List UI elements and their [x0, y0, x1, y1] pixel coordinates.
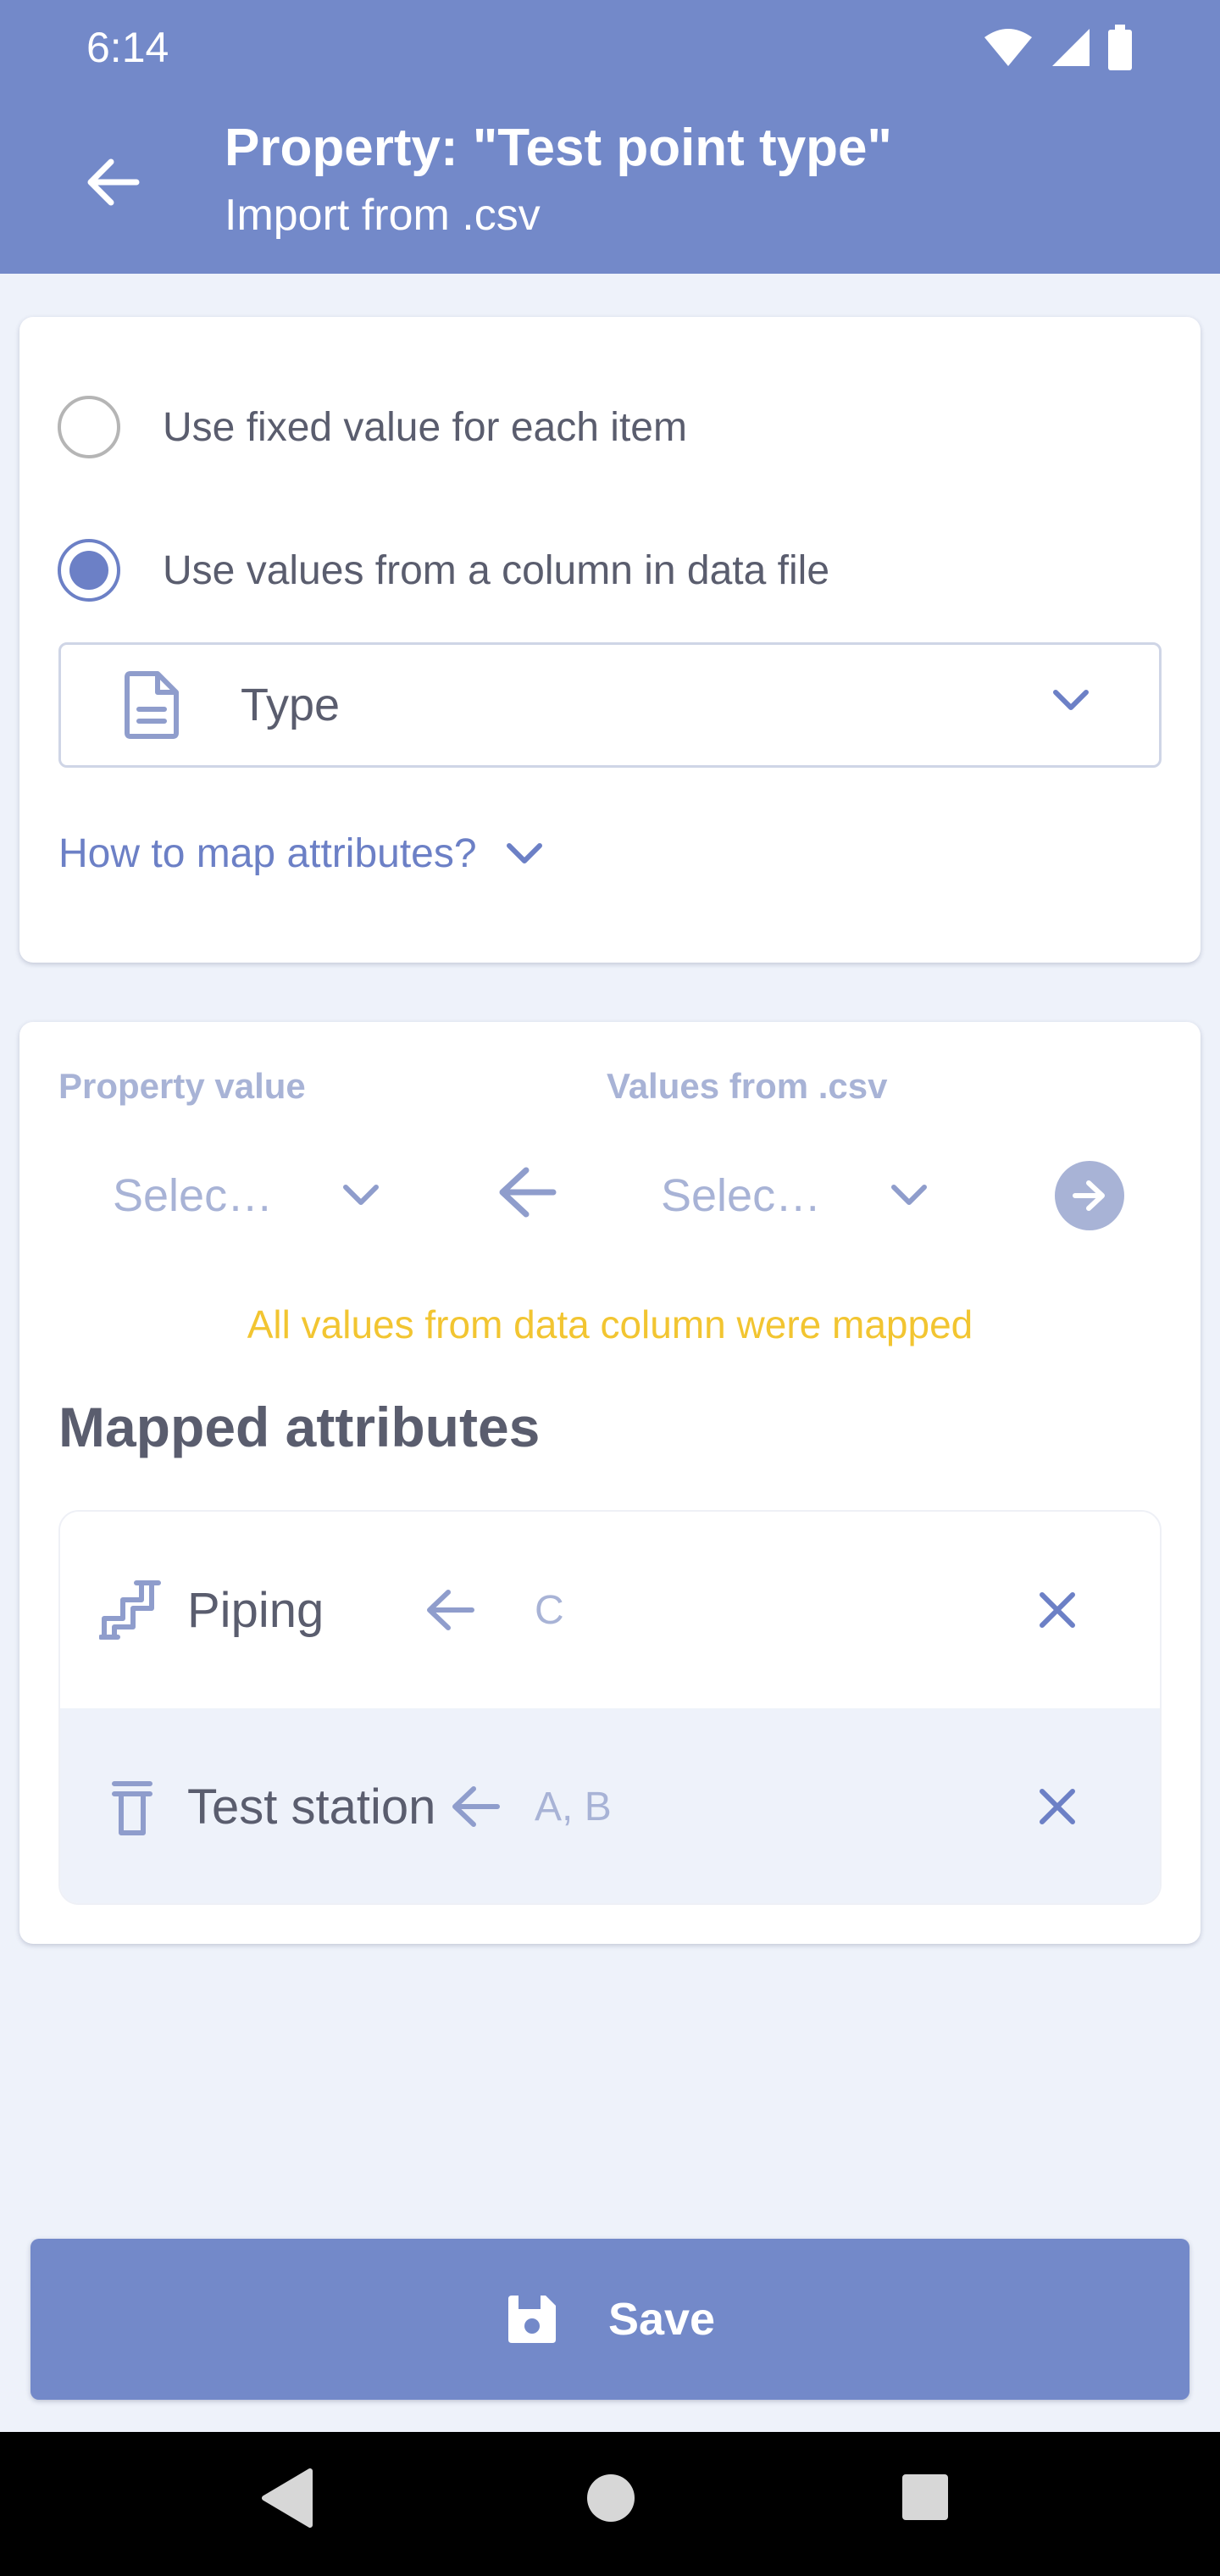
radio-selected-dot — [69, 551, 108, 590]
arrow-left-icon — [87, 158, 140, 206]
save-button[interactable]: Save — [30, 2239, 1190, 2400]
close-icon — [1040, 1789, 1075, 1824]
remove-mapping-button[interactable] — [1028, 1580, 1087, 1640]
mapping-notice: All values from data column were mapped — [247, 1302, 973, 1346]
save-icon — [507, 2296, 556, 2343]
arrow-left-icon — [499, 1167, 557, 1218]
mapped-attributes-list: Piping C Test station A, B — [58, 1510, 1162, 1905]
page-title: Property: "Test point type" — [225, 119, 892, 177]
add-mapping-button[interactable] — [1055, 1161, 1124, 1230]
mapped-row-value: C — [535, 1587, 564, 1633]
csv-value-select[interactable]: Selec… — [661, 1149, 928, 1242]
csv-value-placeholder: Selec… — [661, 1170, 822, 1221]
column-value-label: Use values from a column in data file — [163, 547, 830, 593]
app-header: 6:14 Property: "Test point type" Import … — [0, 0, 1220, 274]
mapped-row-name: Piping — [187, 1582, 324, 1638]
close-icon — [1040, 1592, 1075, 1628]
list-item: Test station A, B — [60, 1708, 1160, 1903]
nav-recents-icon[interactable] — [899, 2466, 951, 2530]
page-subtitle: Import from .csv — [225, 191, 541, 240]
wifi-icon — [984, 29, 1032, 66]
save-button-label: Save — [607, 2294, 716, 2345]
fixed-value-label: Use fixed value for each item — [163, 404, 687, 450]
csv-values-label: Values from .csv — [607, 1066, 888, 1106]
property-value-placeholder: Selec… — [113, 1170, 274, 1221]
remove-mapping-button[interactable] — [1028, 1777, 1087, 1836]
how-to-map-link[interactable]: How to map attributes? — [58, 830, 543, 877]
test-station-icon — [112, 1781, 152, 1835]
chevron-down-icon — [1053, 690, 1089, 710]
file-document-icon — [125, 671, 179, 739]
property-value-label: Property value — [58, 1066, 306, 1106]
back-button[interactable] — [66, 136, 159, 229]
nav-back-icon[interactable] — [259, 2466, 315, 2530]
fixed-value-radio[interactable] — [58, 396, 120, 458]
mapped-row-value: A, B — [535, 1784, 612, 1829]
data-column-select[interactable]: Type — [58, 642, 1162, 768]
property-value-select[interactable]: Selec… — [113, 1149, 380, 1242]
signal-icon — [1052, 29, 1090, 66]
arrow-left-icon — [427, 1590, 474, 1630]
nav-home-icon[interactable] — [579, 2466, 643, 2530]
mapping-card: Property value Values from .csv Selec… S… — [19, 1022, 1201, 1944]
battery-icon — [1108, 25, 1132, 70]
status-icons — [983, 22, 1134, 73]
status-time: 6:14 — [86, 24, 169, 71]
arrow-left-icon — [452, 1786, 500, 1827]
mapped-attributes-title: Mapped attributes — [58, 1396, 541, 1458]
how-to-map-label: How to map attributes? — [58, 831, 477, 876]
mapped-row-name: Test station — [187, 1779, 436, 1835]
list-item: Piping C — [60, 1512, 1160, 1708]
column-value-radio[interactable] — [58, 539, 120, 602]
data-column-value: Type — [241, 680, 341, 730]
value-source-card: Use fixed value for each item Use values… — [19, 317, 1201, 963]
system-nav-bar — [0, 2432, 1220, 2576]
arrow-right-icon — [1073, 1180, 1105, 1211]
chevron-down-icon — [343, 1185, 380, 1205]
piping-icon — [99, 1580, 161, 1640]
column-value-option-row[interactable]: Use values from a column in data file — [58, 532, 829, 608]
fixed-value-option-row[interactable]: Use fixed value for each item — [58, 389, 687, 465]
chevron-down-icon — [506, 842, 542, 863]
chevron-down-icon — [891, 1185, 928, 1205]
